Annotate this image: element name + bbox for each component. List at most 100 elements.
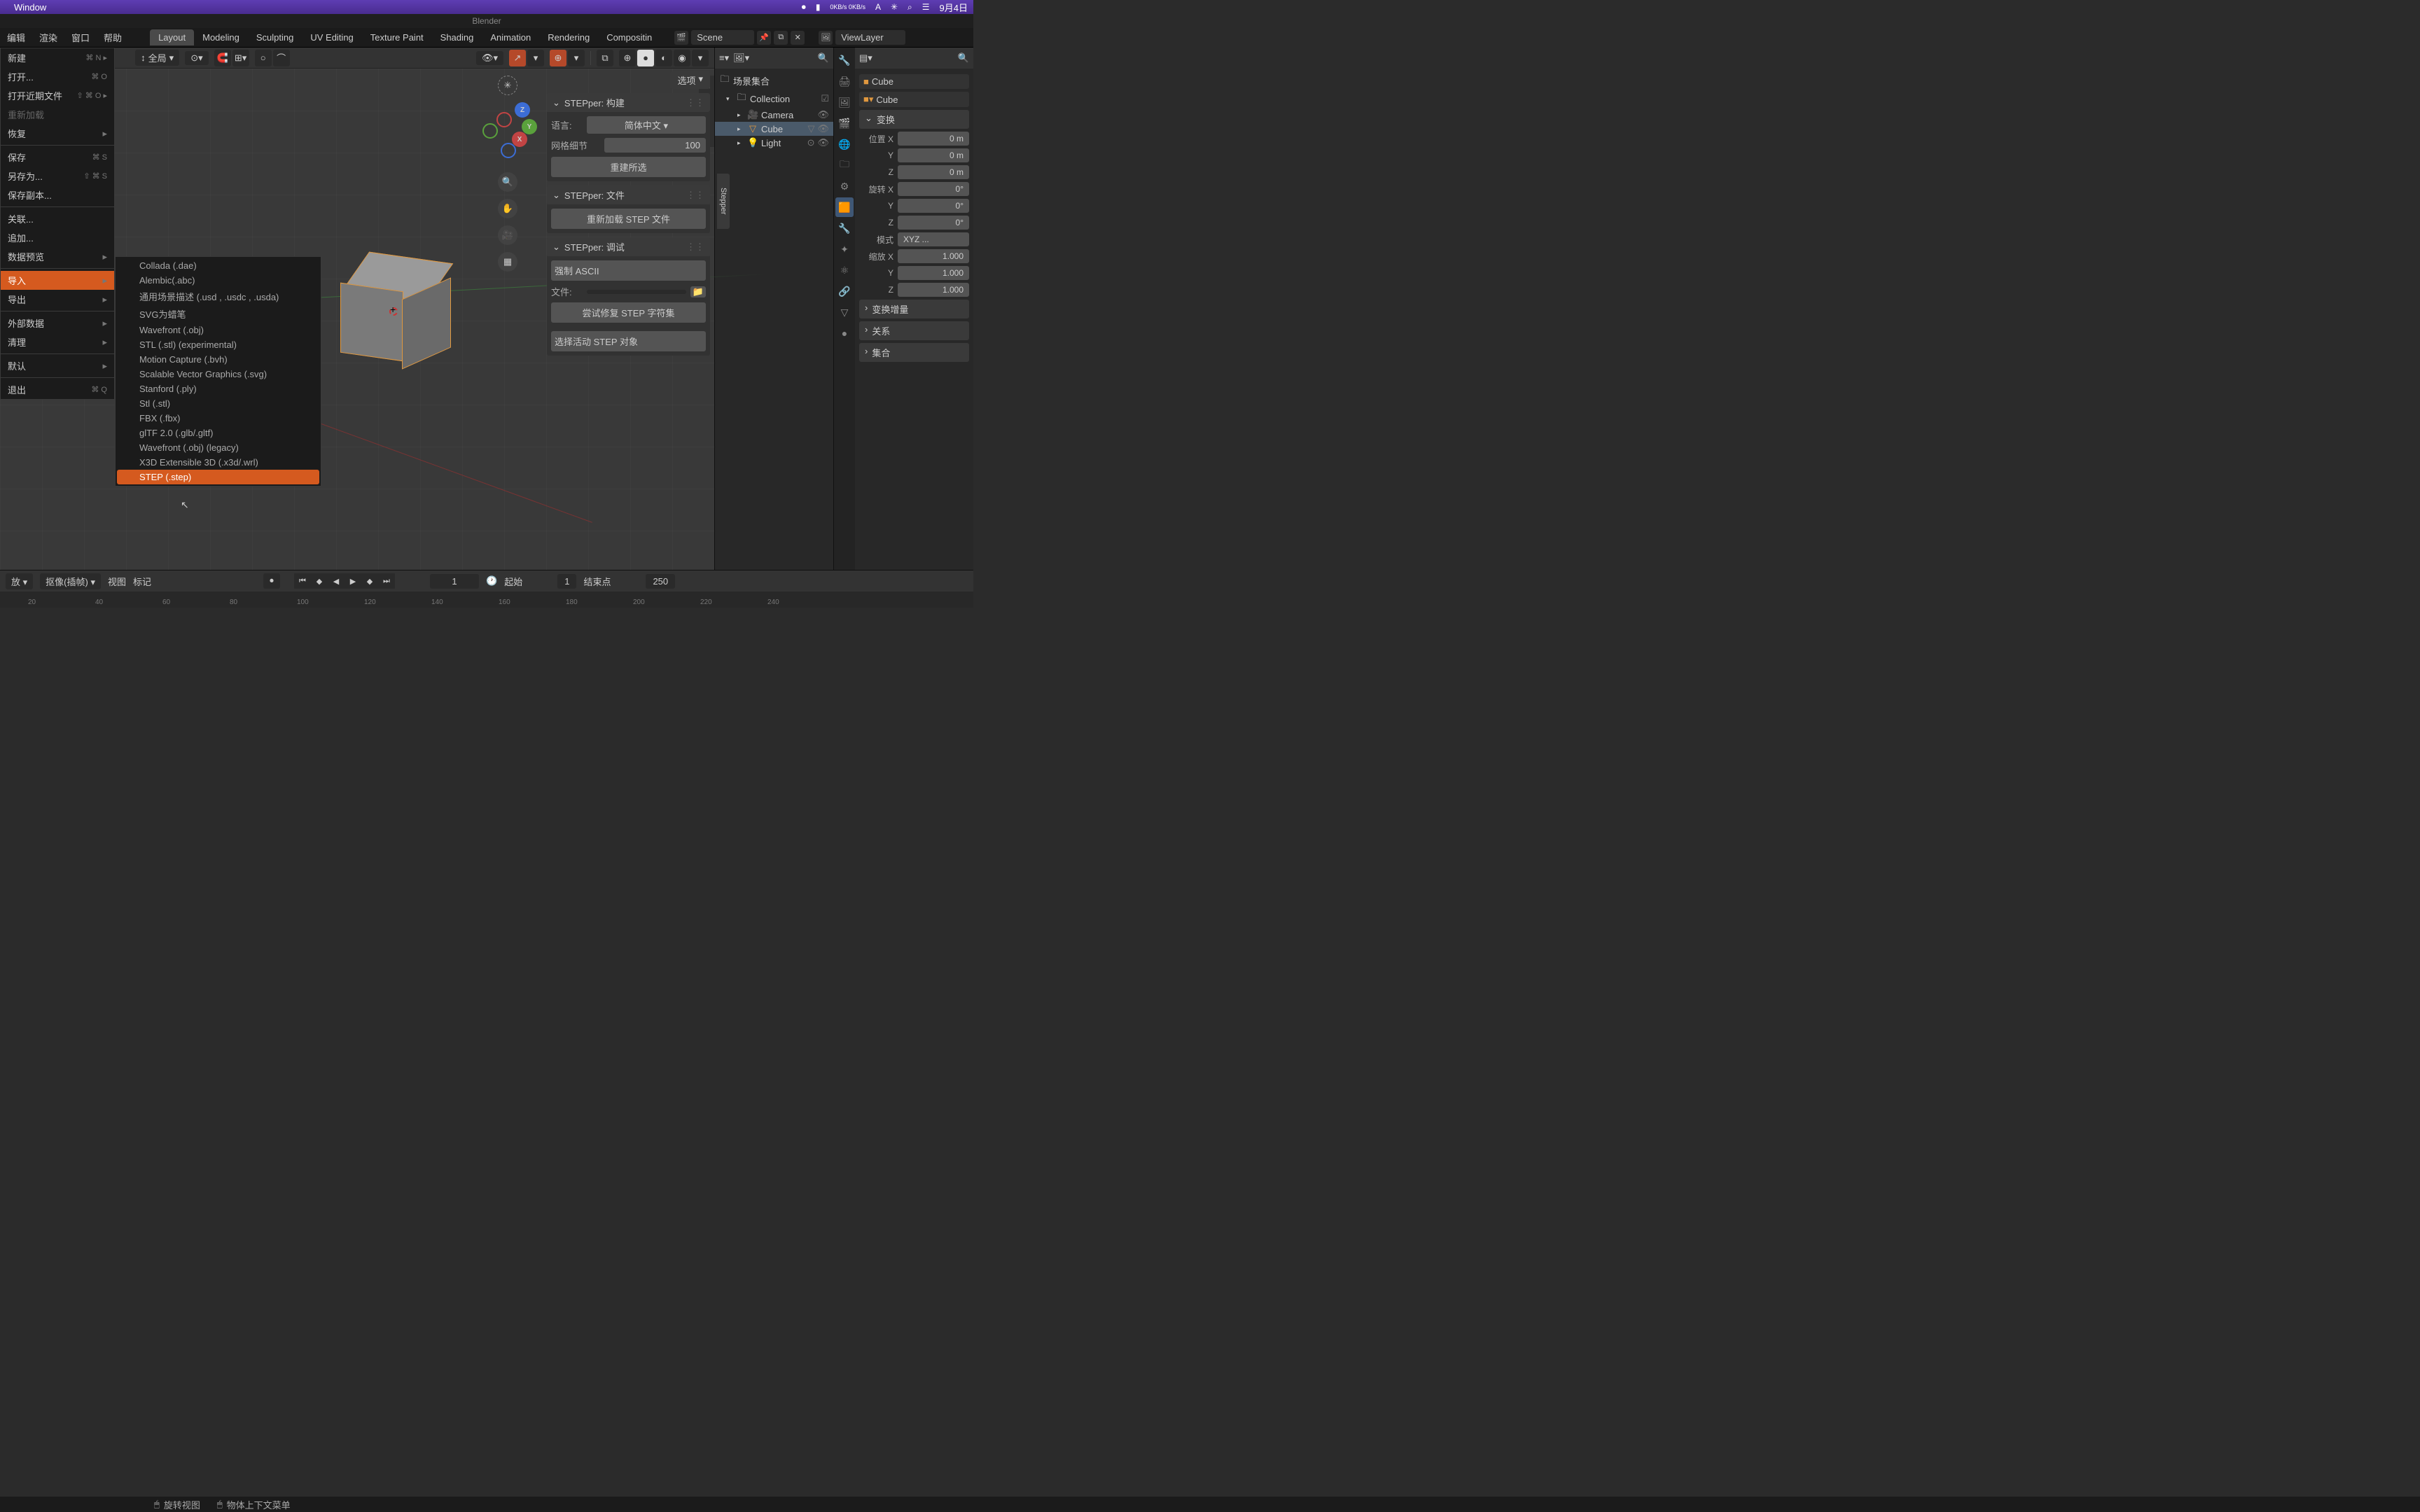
file-menu-item[interactable]: 导出▸ [1, 290, 114, 309]
start-frame-field[interactable]: 1 [557, 574, 576, 589]
file-menu-item[interactable]: 新建⌘ N ▸ [1, 48, 114, 67]
play-icon[interactable]: ▶ [345, 573, 361, 589]
scene-name-field[interactable] [691, 30, 754, 45]
rot-x-field[interactable]: 0° [898, 182, 969, 196]
prop-datablock[interactable]: ■▾Cube [859, 92, 969, 107]
workspace-rendering[interactable]: Rendering [539, 29, 598, 46]
shading-options-icon[interactable]: ▾ [692, 50, 709, 66]
import-menu-item[interactable]: Stanford (.ply) [117, 382, 319, 396]
overlay-options-icon[interactable]: ▾ [568, 50, 585, 66]
menu-edit[interactable]: 编辑 [0, 31, 32, 44]
file-menu-item[interactable]: 打开近期文件⇧ ⌘ O ▸ [1, 86, 114, 105]
import-menu-item[interactable]: Wavefront (.obj) (legacy) [117, 440, 319, 455]
gizmo-toggle-icon[interactable]: ↗ [509, 50, 526, 66]
ortho-toggle-icon[interactable]: ▦ [498, 252, 517, 272]
workspace-compositing[interactable]: Compositin [598, 29, 660, 46]
file-menu-item[interactable]: 重新加载 [1, 105, 114, 124]
delta-panel-header[interactable]: ›变换增量 [859, 300, 969, 318]
camera-view-icon[interactable]: 🎥 [498, 225, 517, 245]
collections-panel-header[interactable]: ›集合 [859, 343, 969, 362]
scale-y-field[interactable]: 1.000 [898, 266, 969, 280]
file-menu-item[interactable]: 外部数据▸ [1, 314, 114, 332]
viewlayer-browse-icon[interactable]: 🖼 [819, 31, 833, 45]
prop-tab-collection-icon[interactable]: 🗀 [835, 155, 854, 175]
prop-tab-render-icon[interactable]: 🔧 [835, 50, 854, 70]
nav-gizmo[interactable]: Z Y X [480, 102, 536, 158]
import-menu-item[interactable]: Wavefront (.obj) [117, 323, 319, 337]
outliner-camera[interactable]: ▸🎥Camera👁 [715, 108, 833, 122]
timeline-ruler[interactable]: 20406080100120140160180200220240 [0, 592, 973, 608]
proportional-falloff-icon[interactable]: ⌒ [273, 50, 290, 66]
prop-tab-physics-icon[interactable]: ⚛ [835, 260, 854, 280]
mesh-detail-field[interactable]: 100 [604, 138, 706, 153]
scale-z-field[interactable]: 1.000 [898, 283, 969, 297]
bag-icon[interactable]: ▮ [816, 2, 821, 12]
menu-render[interactable]: 渲染 [32, 31, 64, 44]
end-frame-field[interactable]: 250 [646, 574, 675, 589]
prop-tab-material-icon[interactable]: ● [835, 323, 854, 343]
file-menu-item[interactable]: 关联... [1, 209, 114, 228]
rot-z-field[interactable]: 0° [898, 216, 969, 230]
record-icon[interactable]: ⏺ [802, 2, 806, 13]
text-input-icon[interactable]: A [875, 2, 881, 12]
file-menu-item[interactable]: 清理▸ [1, 332, 114, 351]
file-menu-item[interactable]: 退出⌘ Q [1, 380, 114, 399]
scene-delete-icon[interactable]: ✕ [791, 31, 805, 45]
prop-tab-modifiers-icon[interactable]: 🔧 [835, 218, 854, 238]
timeline-view-menu[interactable]: 视图 [108, 575, 126, 588]
workspace-texture[interactable]: Texture Paint [362, 29, 432, 46]
import-menu-item[interactable]: Collada (.dae) [117, 258, 319, 273]
import-menu-item[interactable]: FBX (.fbx) [117, 411, 319, 426]
outliner-scene-collection[interactable]: 🗀场景集合 [715, 71, 833, 90]
outliner-cube[interactable]: ▸▽Cube▽👁 [715, 122, 833, 136]
window-menu[interactable]: Window [14, 2, 46, 13]
gizmo-options-icon[interactable]: ▾ [527, 50, 544, 66]
prop-tab-world-icon[interactable]: 🌐 [835, 134, 854, 154]
rot-mode-dropdown[interactable]: XYZ ... [898, 232, 969, 246]
visibility-dropdown[interactable]: 👁▾ [476, 51, 503, 65]
force-ascii-button[interactable]: 强制 ASCII [551, 260, 706, 281]
workspace-animation[interactable]: Animation [482, 29, 539, 46]
import-menu-item[interactable]: glTF 2.0 (.glb/.gltf) [117, 426, 319, 440]
menu-help[interactable]: 帮助 [97, 31, 129, 44]
transform-panel-header[interactable]: ⌄变换 [859, 110, 969, 129]
import-menu-item[interactable]: Motion Capture (.bvh) [117, 352, 319, 367]
relations-panel-header[interactable]: ›关系 [859, 321, 969, 340]
rebuild-button[interactable]: 重建所选 [551, 157, 706, 177]
scale-x-field[interactable]: 1.000 [898, 249, 969, 263]
import-menu-item[interactable]: Alembic(.abc) [117, 273, 319, 288]
file-menu-item[interactable]: 恢复▸ [1, 124, 114, 143]
workspace-modeling[interactable]: Modeling [194, 29, 248, 46]
prop-search-icon[interactable]: 🔍 [958, 52, 969, 64]
zoom-icon[interactable]: 🔍 [498, 172, 517, 192]
lang-dropdown[interactable]: 简体中文 ▾ [587, 116, 706, 134]
reload-step-button[interactable]: 重新加载 STEP 文件 [551, 209, 706, 229]
snap-toggle-icon[interactable]: 🧲 [214, 50, 231, 66]
keying-dropdown[interactable]: 抠像(插帧) ▾ [40, 573, 101, 589]
scene-browse-icon[interactable]: 🎬 [674, 31, 688, 45]
prop-tab-particles-icon[interactable]: ✦ [835, 239, 854, 259]
import-menu-item[interactable]: 通用场景描述 (.usd , .usdc , .usda) [117, 288, 319, 305]
playback-dropdown[interactable]: 放 ▾ [6, 573, 33, 589]
loc-y-field[interactable]: 0 m [898, 148, 969, 162]
prop-tab-output-icon[interactable]: 🖨 [835, 71, 854, 91]
viewport-3d[interactable]: 选择 添加 物体 ↕全局▾ ⊙▾ 🧲 ⊞▾ ○ ⌒ 👁▾ ↗ ▾ ⊕ ▾ ⧉ ⊕… [0, 48, 714, 570]
jump-next-key-icon[interactable]: ◆ [361, 573, 378, 589]
viewlayer-name-field[interactable] [835, 30, 905, 45]
outliner-light[interactable]: ▸💡Light⊙👁 [715, 136, 833, 150]
select-active-button[interactable]: 选择活动 STEP 对象 [551, 331, 706, 351]
scene-pin-icon[interactable]: 📌 [757, 31, 771, 45]
file-menu-item[interactable]: 导入▸ [1, 271, 114, 290]
file-menu-item[interactable]: 另存为...⇧ ⌘ S [1, 167, 114, 186]
proportional-toggle-icon[interactable]: ○ [255, 50, 272, 66]
menu-window[interactable]: 窗口 [64, 31, 97, 44]
timeline-marker-menu[interactable]: 标记 [133, 575, 151, 588]
repair-charset-button[interactable]: 尝试修复 STEP 字符集 [551, 302, 706, 323]
file-menu-item[interactable]: 保存⌘ S [1, 148, 114, 167]
outliner-editor-icon[interactable]: ≡▾ [719, 52, 729, 64]
import-menu-item[interactable]: SVG为蜡笔 [117, 305, 319, 323]
date-time[interactable]: 9月4日 [940, 1, 968, 14]
shading-solid-icon[interactable]: ● [637, 50, 654, 66]
scene-new-icon[interactable]: ⧉ [774, 31, 788, 45]
control-center-icon[interactable]: ☰ [922, 2, 930, 12]
